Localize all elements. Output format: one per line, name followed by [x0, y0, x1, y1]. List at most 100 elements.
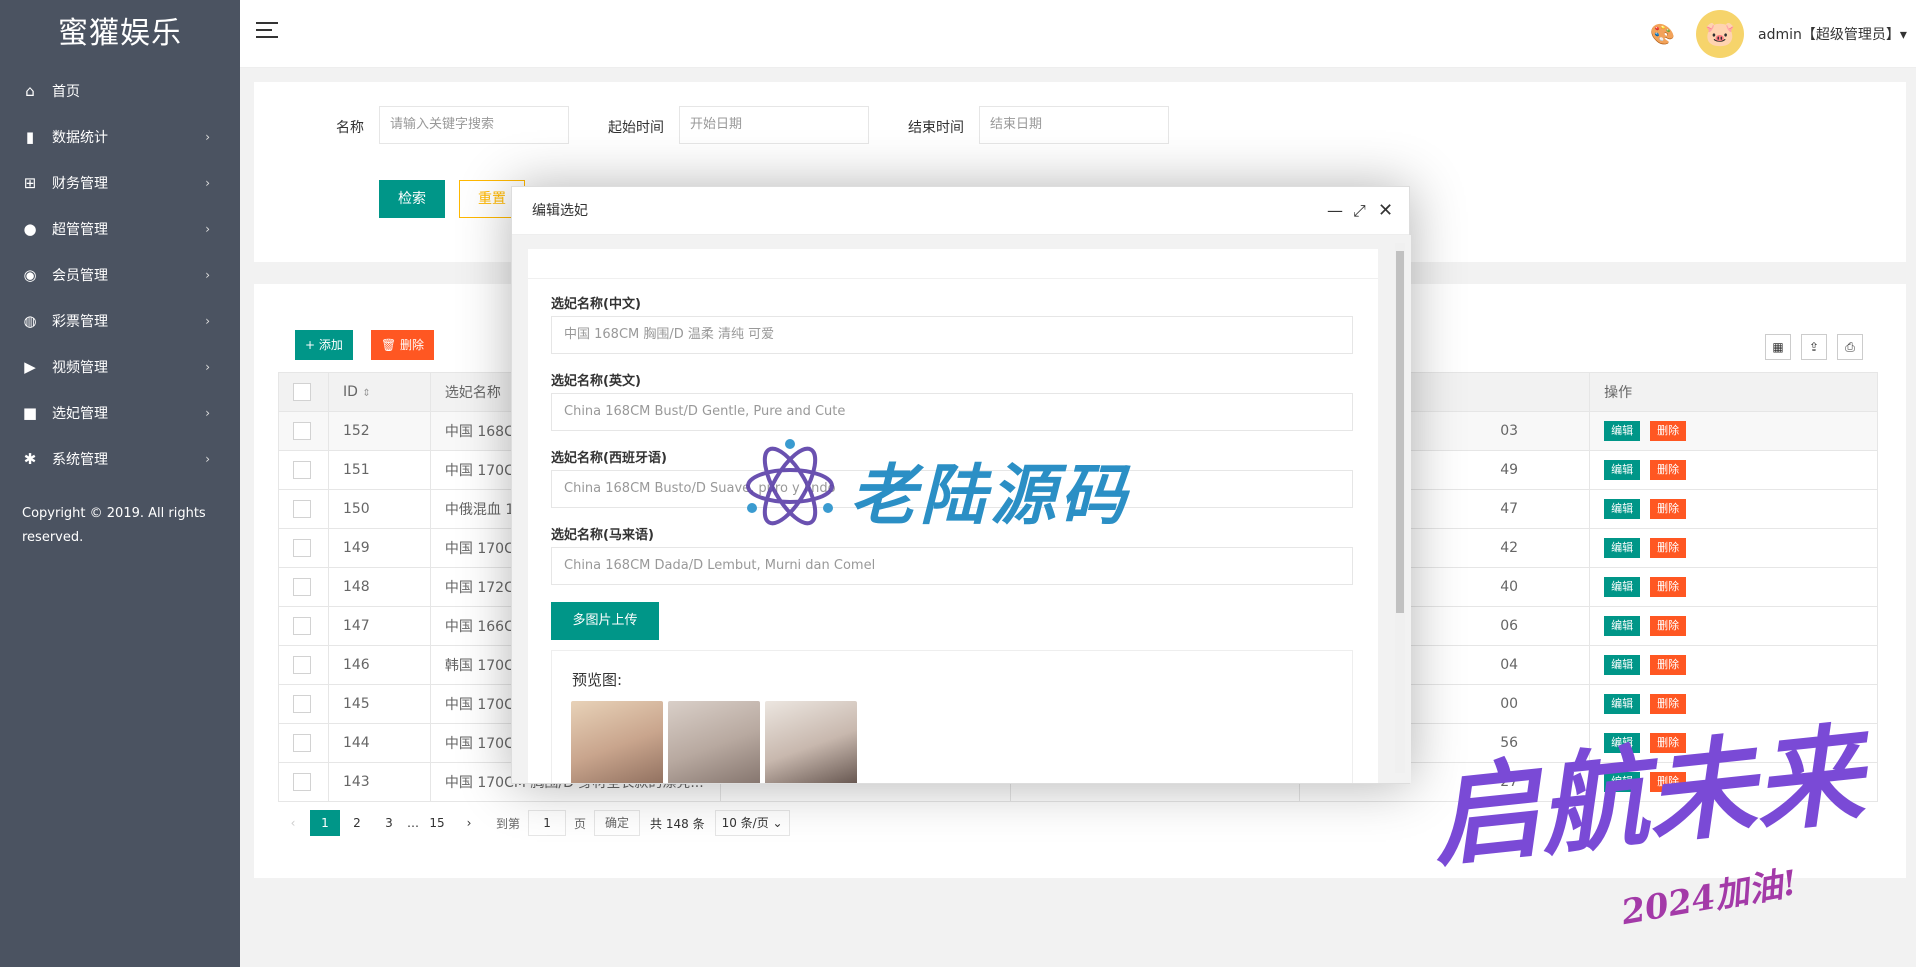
edit-button[interactable]: 编辑 — [1604, 772, 1641, 792]
edit-button[interactable]: 编辑 — [1604, 460, 1641, 480]
sidebar-item-1[interactable]: ▮ 数据统计 › — [0, 114, 240, 160]
column-header-id[interactable]: ID ⇕ — [327, 372, 431, 412]
page-2[interactable]: 2 — [342, 810, 372, 836]
edit-button[interactable]: 编辑 — [1604, 577, 1641, 597]
row-checkbox[interactable] — [293, 617, 311, 635]
start-date-input[interactable]: 开始日期 — [679, 106, 869, 144]
cell-id: 152 — [327, 411, 431, 451]
end-date-input[interactable]: 结束日期 — [979, 106, 1169, 144]
sidebar-item-label: 视频管理 — [52, 360, 108, 376]
chevron-right-icon: › — [205, 222, 210, 236]
delete-button[interactable]: 删除 — [1650, 499, 1687, 519]
delete-button[interactable]: 删除 — [1650, 538, 1687, 558]
close-icon[interactable]: ✕ — [1378, 187, 1393, 235]
page-3[interactable]: 3 — [374, 810, 404, 836]
total-count: 共 148 条 — [650, 816, 705, 831]
sidebar-item-7[interactable]: ■ 选妃管理 › — [0, 390, 240, 436]
cell-id: 145 — [327, 684, 431, 724]
user-menu[interactable]: admin【超级管理员】▾ — [1758, 24, 1907, 44]
edit-button[interactable]: 编辑 — [1604, 694, 1641, 714]
row-checkbox[interactable] — [293, 695, 311, 713]
next-page-button[interactable]: › — [454, 810, 484, 836]
per-page-select[interactable]: 10 条/页 ⌄ — [714, 810, 790, 836]
video-icon: ▶ — [24, 358, 36, 376]
select-all-checkbox[interactable] — [293, 383, 311, 401]
multi-image-upload-button[interactable]: 多图片上传 — [551, 602, 659, 640]
goto-page-input[interactable]: 1 — [528, 810, 567, 836]
row-checkbox[interactable] — [293, 656, 311, 674]
name-search-input[interactable]: 请输入关键字搜索 — [379, 106, 569, 144]
chevron-right-icon: › — [205, 360, 210, 374]
row-checkbox[interactable] — [293, 461, 311, 479]
minimize-icon[interactable]: — — [1327, 187, 1343, 235]
sidebar-item-3[interactable]: ● 超管管理 › — [0, 206, 240, 252]
sidebar-item-5[interactable]: ◍ 彩票管理 › — [0, 298, 240, 344]
edit-button[interactable]: 编辑 — [1604, 733, 1641, 753]
delete-button[interactable]: 删除 — [1650, 616, 1687, 636]
edit-button[interactable]: 编辑 — [1604, 616, 1641, 636]
sidebar-item-label: 超管管理 — [52, 222, 108, 238]
page-1[interactable]: 1 — [310, 810, 340, 836]
delete-button[interactable]: 删除 — [1650, 577, 1687, 597]
chevron-right-icon: › — [205, 130, 210, 144]
field-label-cn: 选妃名称(中文) — [551, 297, 641, 312]
delete-button[interactable]: 删除 — [1650, 733, 1687, 753]
sidebar: 蜜獾娱乐 ⌂ 首页 ▮ 数据统计 › ⊞ 财务管理 › ● 超管管理 › ◉ 会员管理 › ◍ 彩票管理 › ▶ 视… — [0, 0, 240, 967]
name-en-input[interactable]: China 168CM Bust/D Gentle, Pure and Cute — [551, 393, 1353, 431]
sidebar-item-0[interactable]: ⌂ 首页 — [0, 68, 240, 114]
add-button[interactable]: + 添加 — [295, 330, 353, 360]
delete-button[interactable]: 删除 — [1650, 421, 1687, 441]
row-checkbox[interactable] — [293, 734, 311, 752]
preview-image-1[interactable] — [571, 701, 663, 783]
edit-button[interactable]: 编辑 — [1604, 655, 1641, 675]
gamepad-icon: ◍ — [23, 312, 37, 330]
sidebar-item-6[interactable]: ▶ 视频管理 › — [0, 344, 240, 390]
delete-button[interactable]: 删除 — [1650, 772, 1687, 792]
row-checkbox[interactable] — [293, 578, 311, 596]
page-15[interactable]: 15 — [422, 810, 452, 836]
modal-body: 选妃名称(中文) 中国 168CM 胸围/D 温柔 清纯 可爱 选妃名称(英文)… — [512, 235, 1411, 783]
delete-button[interactable]: 删除 — [1650, 694, 1687, 714]
palette-icon[interactable]: 🎨 — [1650, 22, 1675, 46]
modal-scrollbar[interactable] — [1395, 243, 1405, 773]
row-checkbox[interactable] — [293, 773, 311, 791]
preview-image-2[interactable] — [668, 701, 760, 783]
cell-id: 151 — [327, 450, 431, 490]
maximize-icon[interactable]: ⤢ — [1353, 187, 1366, 235]
delete-button[interactable]: 删除 — [1650, 655, 1687, 675]
edit-button[interactable]: 编辑 — [1604, 499, 1641, 519]
edit-button[interactable]: 编辑 — [1604, 421, 1641, 441]
sort-icon[interactable]: ⇕ — [362, 388, 370, 399]
users-icon: ◉ — [23, 266, 37, 284]
sidebar-item-label: 财务管理 — [52, 176, 108, 192]
preview-image-3[interactable] — [765, 701, 857, 783]
name-es-input[interactable]: China 168CM Busto/D Suave, puro y lindo — [551, 470, 1353, 508]
sidebar-item-4[interactable]: ◉ 会员管理 › — [0, 252, 240, 298]
batch-delete-button[interactable]: 🗑 删除 — [371, 330, 435, 360]
brand-logo: 蜜獾娱乐 — [58, 16, 182, 51]
field-label-es: 选妃名称(西班牙语) — [551, 451, 667, 466]
edit-button[interactable]: 编辑 — [1604, 538, 1641, 558]
delete-button[interactable]: 删除 — [1650, 460, 1687, 480]
chevron-right-icon: › — [205, 452, 210, 466]
export-icon[interactable]: ⇪ — [1801, 334, 1827, 360]
sidebar-item-8[interactable]: ✱ 系统管理 › — [0, 436, 240, 482]
name-ms-input[interactable]: China 168CM Dada/D Lembut, Murni dan Com… — [551, 547, 1353, 585]
row-checkbox[interactable] — [293, 500, 311, 518]
avatar[interactable]: 🐷 — [1696, 10, 1744, 58]
field-label-ms: 选妃名称(马来语) — [551, 528, 654, 543]
goto-confirm-button[interactable]: 确定 — [594, 810, 641, 836]
row-checkbox[interactable] — [293, 539, 311, 557]
sidebar-item-2[interactable]: ⊞ 财务管理 › — [0, 160, 240, 206]
print-icon[interactable]: ⎙ — [1837, 334, 1863, 360]
row-checkbox[interactable] — [293, 422, 311, 440]
modal-form: 选妃名称(中文) 中国 168CM 胸围/D 温柔 清纯 可爱 选妃名称(英文)… — [528, 249, 1378, 783]
menu-toggle-icon[interactable] — [256, 22, 278, 40]
cell-id: 143 — [327, 762, 431, 802]
columns-filter-icon[interactable]: ▦ — [1765, 334, 1791, 360]
search-button[interactable]: 检索 — [379, 180, 445, 218]
prev-page-button[interactable]: ‹ — [278, 810, 308, 836]
user-icon: ● — [23, 220, 37, 238]
sidebar-item-label: 系统管理 — [52, 452, 108, 468]
name-cn-input[interactable]: 中国 168CM 胸围/D 温柔 清纯 可爱 — [551, 316, 1353, 354]
